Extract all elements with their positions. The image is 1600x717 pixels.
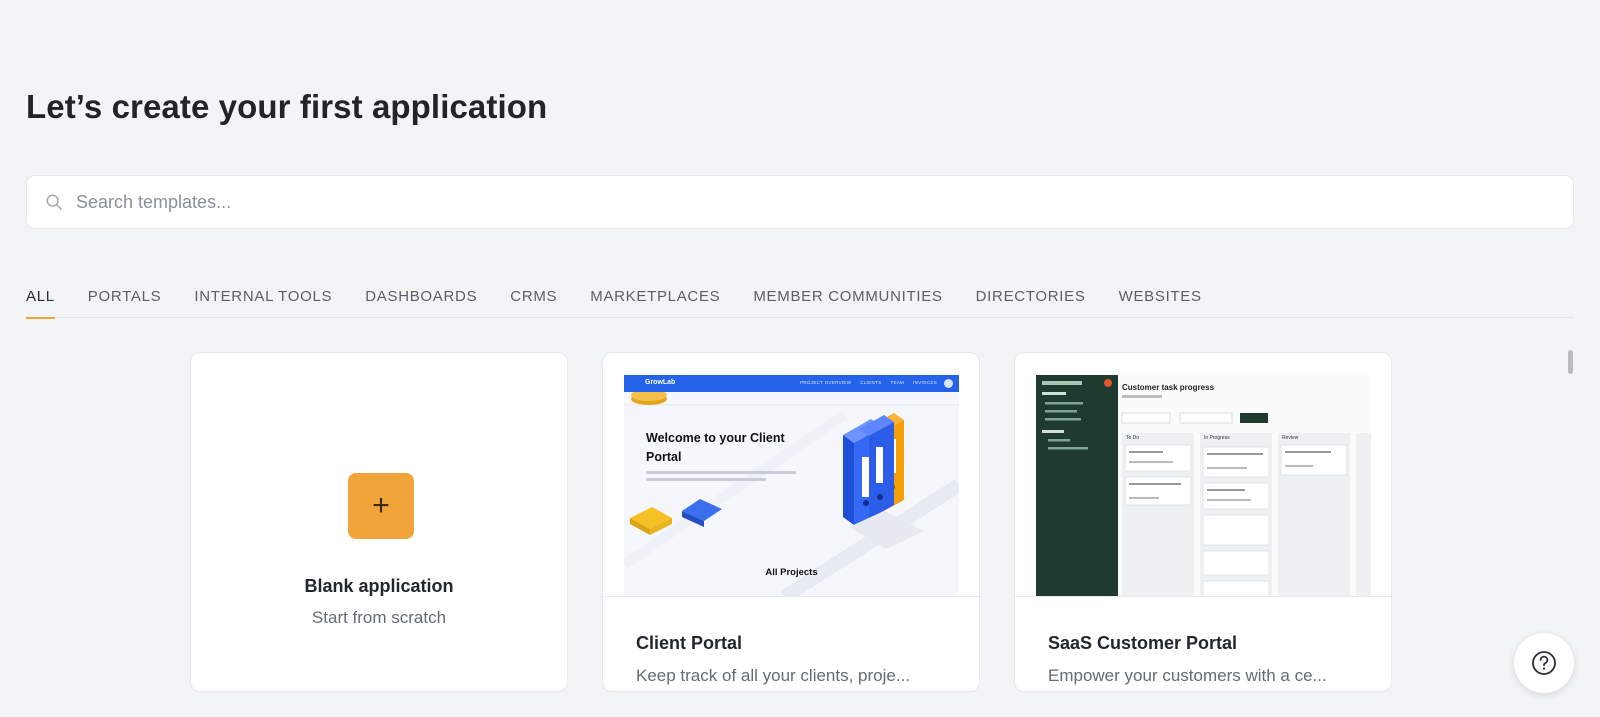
preview-avatar	[944, 379, 953, 388]
preview-body-lines	[646, 471, 816, 485]
tab-crms[interactable]: CRMS	[510, 283, 557, 318]
search-input[interactable]	[76, 191, 1476, 213]
preview-kanban-art	[1042, 379, 1371, 597]
preview-column-label: Review	[1282, 435, 1299, 441]
saas-customer-portal-card[interactable]: Customer task progress To Do In Progress…	[1014, 352, 1392, 692]
card-title: Blank application	[304, 576, 454, 596]
preview-heading: Welcome to your Client Portal	[646, 431, 785, 464]
preview-column-label: To Do	[1126, 435, 1140, 441]
preview-nav-link: INVOICES	[913, 380, 937, 385]
preview-nav-link: CLIENTS	[860, 380, 882, 385]
preview-background-art	[624, 389, 959, 597]
card-title: Client Portal	[636, 633, 743, 653]
card-description: Keep track of all your clients, proje...	[636, 666, 911, 685]
tab-directories[interactable]: DIRECTORIES	[976, 283, 1086, 318]
category-tabs: ALL PORTALS INTERNAL TOOLS DASHBOARDS CR…	[26, 283, 1574, 319]
preview-nav-link: TEAM	[890, 380, 905, 385]
blank-application-card[interactable]: + Blank application Start from scratch	[190, 352, 568, 692]
page-title: Let’s create your first application	[26, 88, 548, 125]
tab-member-communities[interactable]: MEMBER COMMUNITIES	[753, 283, 942, 318]
preview-section-heading: All Projects	[765, 567, 818, 578]
tab-websites[interactable]: WEBSITES	[1119, 283, 1202, 318]
preview-nav-links: PROJECT OVERVIEW CLIENTS TEAM INVOICES	[791, 380, 937, 385]
tab-dashboards[interactable]: DASHBOARDS	[365, 283, 477, 318]
saas-portal-preview: Customer task progress To Do In Progress…	[1036, 375, 1371, 597]
plus-icon: +	[348, 473, 414, 539]
client-portal-preview: GrowLab PROJECT OVERVIEW CLIENTS TEAM INVOI…	[624, 375, 959, 597]
preview-column-label: In Progress	[1204, 435, 1230, 441]
preview-logo: GrowLab	[645, 379, 676, 386]
card-divider	[603, 596, 979, 597]
search-icon	[46, 194, 62, 210]
scrollbar-thumb[interactable]	[1568, 350, 1573, 374]
preview-nav-link: PROJECT OVERVIEW	[800, 380, 852, 385]
help-icon	[1532, 651, 1556, 675]
tab-portals[interactable]: PORTALS	[88, 283, 162, 318]
tab-all[interactable]: ALL	[26, 283, 55, 319]
tab-marketplaces[interactable]: MARKETPLACES	[590, 283, 720, 318]
card-description: Empower your customers with a ce...	[1048, 666, 1327, 685]
client-portal-card[interactable]: GrowLab PROJECT OVERVIEW CLIENTS TEAM INVOI…	[602, 352, 980, 692]
card-subtitle: Start from scratch	[311, 608, 447, 627]
search-bar[interactable]	[26, 175, 1574, 229]
help-button[interactable]	[1514, 633, 1574, 693]
card-title: SaaS Customer Portal	[1048, 633, 1238, 653]
card-divider	[1015, 596, 1391, 597]
tab-internal-tools[interactable]: INTERNAL TOOLS	[194, 283, 332, 318]
preview-heading: Customer task progress	[1122, 383, 1215, 392]
